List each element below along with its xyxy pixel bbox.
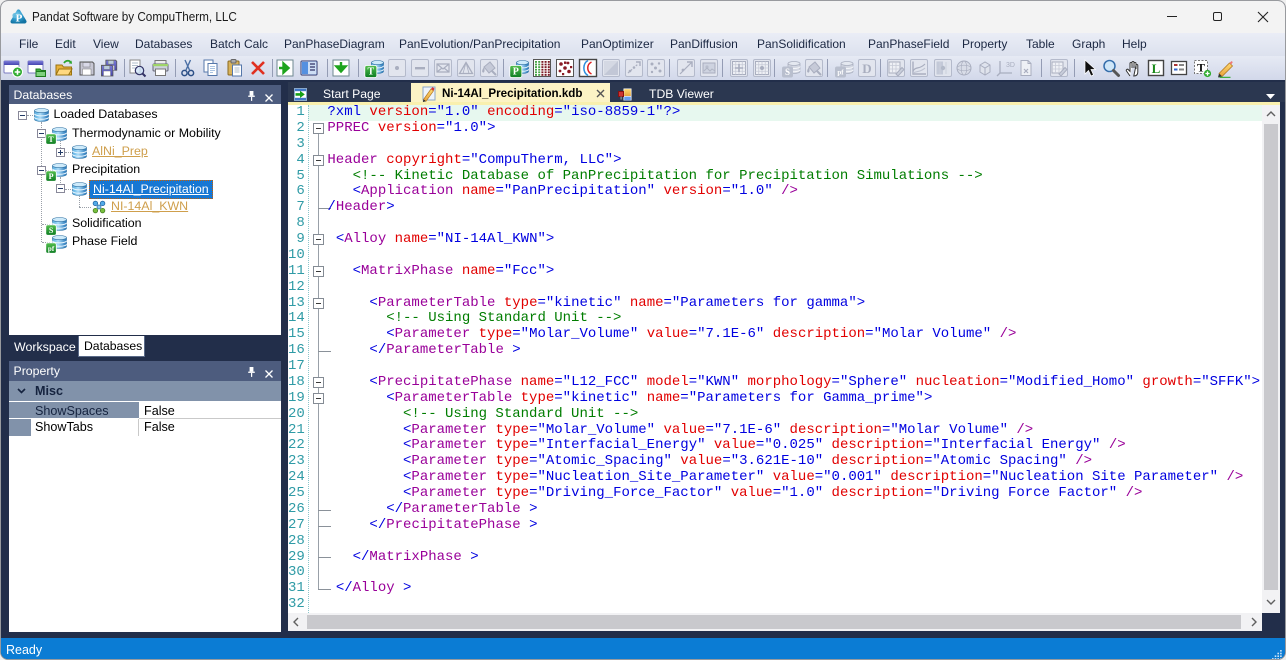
svg-text:D: D bbox=[862, 61, 871, 76]
svg-text:T: T bbox=[1197, 61, 1205, 75]
svg-text:L: L bbox=[1152, 61, 1161, 76]
svg-text:P: P bbox=[16, 12, 23, 24]
svg-text:S: S bbox=[785, 67, 790, 77]
svg-text:S: S bbox=[49, 225, 54, 234]
svg-text:P: P bbox=[49, 171, 54, 180]
svg-text:pf: pf bbox=[837, 69, 844, 77]
svg-text:pf: pf bbox=[48, 244, 55, 252]
svg-text:3D: 3D bbox=[1006, 62, 1015, 69]
svg-text:T: T bbox=[367, 66, 374, 77]
svg-text:P: P bbox=[512, 66, 518, 77]
svg-text:T: T bbox=[48, 135, 54, 144]
